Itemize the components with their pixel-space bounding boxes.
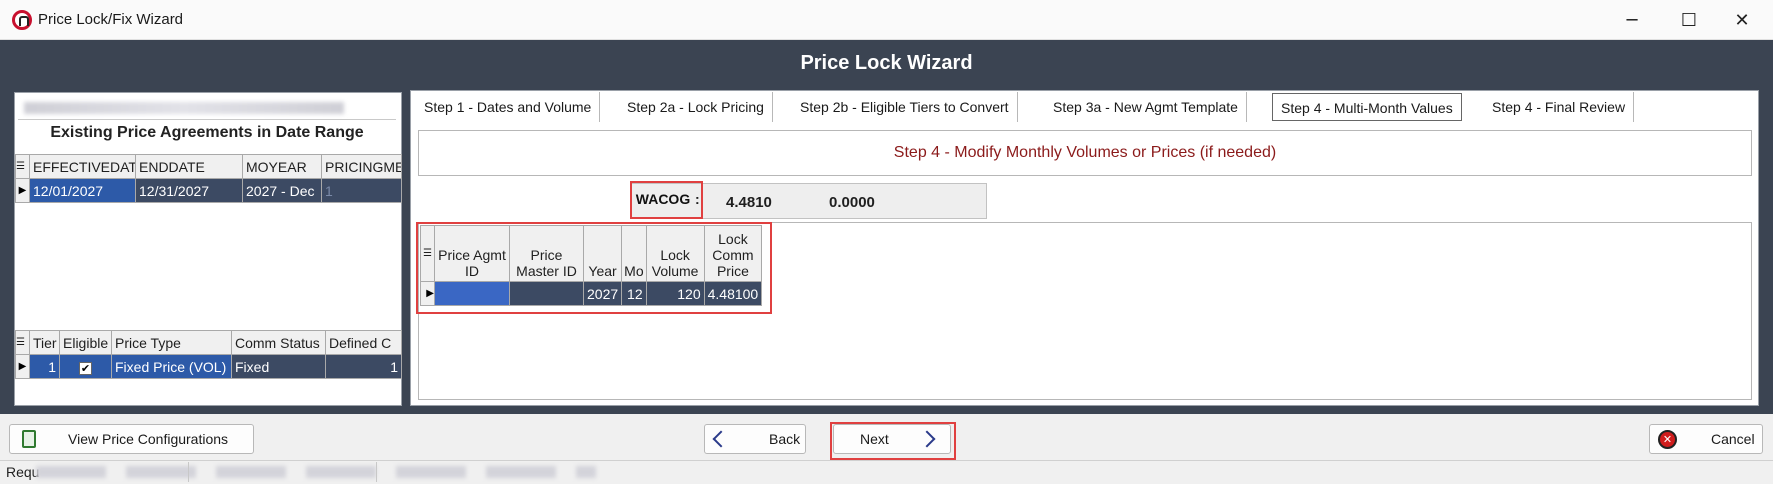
- cancel-label: Cancel: [1711, 431, 1755, 447]
- tab-step-1[interactable]: Step 1 - Dates and Volume: [416, 92, 601, 122]
- tab-step-4-final-review[interactable]: Step 4 - Final Review: [1484, 92, 1635, 122]
- column-header[interactable]: Tier: [29, 330, 60, 355]
- tab-step-3a[interactable]: Step 3a - New Agmt Template: [1045, 92, 1247, 122]
- window-title: Price Lock/Fix Wizard: [38, 11, 184, 28]
- cancel-button[interactable]: ✕ Cancel: [1649, 424, 1763, 454]
- back-button[interactable]: Back: [704, 424, 806, 454]
- table-cell[interactable]: Fixed: [231, 354, 326, 379]
- table-cell[interactable]: 12/01/2027: [29, 178, 136, 203]
- close-window-button[interactable]: ✕: [1713, 0, 1771, 40]
- step-heading: Step 4 - Modify Monthly Volumes or Price…: [893, 144, 1277, 161]
- view-config-label: View Price Configurations: [68, 431, 229, 447]
- wacog-highlight-box: [630, 181, 703, 219]
- view-price-configurations-button[interactable]: View Price Configurations: [9, 424, 254, 454]
- status-text: Requ: [6, 464, 40, 480]
- customer-name-redacted: [18, 96, 396, 120]
- column-header[interactable]: Price Type: [111, 330, 232, 355]
- minimize-button[interactable]: ─: [1603, 0, 1661, 40]
- table-row[interactable]: ▶ 12/01/2027 12/31/2027 2027 - Dec 1: [15, 178, 402, 203]
- column-header[interactable]: Comm Status: [231, 330, 326, 355]
- status-redacted: [36, 466, 596, 478]
- tab-step-2b[interactable]: Step 2b - Eligible Tiers to Convert: [792, 92, 1018, 122]
- table-cell[interactable]: 12/31/2027: [135, 178, 243, 203]
- grid-header-icon: ☰: [15, 154, 30, 179]
- tiers-grid[interactable]: ☰ Tier Eligible Price Type Comm Status D…: [15, 330, 402, 379]
- chevron-left-icon: [712, 430, 730, 448]
- status-divider: [188, 462, 189, 482]
- table-cell[interactable]: 2027 - Dec: [242, 178, 322, 203]
- row-indicator-icon: ▶: [15, 354, 30, 379]
- column-header[interactable]: EFFECTIVEDATE: [29, 154, 136, 179]
- eligible-checkbox[interactable]: ✔: [79, 361, 92, 375]
- column-header[interactable]: Defined C: [325, 330, 402, 355]
- column-header[interactable]: ENDDATE: [135, 154, 243, 179]
- tab-step-4-multi-month[interactable]: Step 4 - Multi-Month Values: [1272, 93, 1462, 121]
- table-cell[interactable]: 1: [321, 178, 402, 203]
- column-header[interactable]: PRICINGMET: [321, 154, 402, 179]
- maximize-button[interactable]: ☐: [1660, 0, 1718, 40]
- tab-step-2a[interactable]: Step 2a - Lock Pricing: [619, 92, 773, 122]
- status-divider: [376, 462, 377, 482]
- config-icon: [22, 430, 36, 448]
- next-highlight-box: [830, 422, 956, 460]
- agreements-title: Existing Price Agreements in Date Range: [50, 124, 364, 141]
- table-cell[interactable]: Fixed Price (VOL): [111, 354, 232, 379]
- wacog-value: 4.4810: [726, 194, 772, 211]
- app-logo-icon: [12, 10, 32, 30]
- eligible-checkbox-cell[interactable]: ✔: [59, 354, 112, 379]
- grid-header-icon: ☰: [15, 330, 30, 355]
- table-cell[interactable]: 1: [29, 354, 60, 379]
- agreements-grid[interactable]: ☰ EFFECTIVEDATE ENDDATE MOYEAR PRICINGME…: [15, 154, 402, 203]
- wizard-title: Price Lock Wizard: [800, 52, 973, 74]
- column-header[interactable]: Eligible: [59, 330, 112, 355]
- table-row[interactable]: ▶ 1 ✔ Fixed Price (VOL) Fixed 1: [15, 354, 402, 379]
- table-cell[interactable]: 1: [325, 354, 402, 379]
- values-grid-highlight-box: [416, 222, 772, 314]
- title-bar: [0, 0, 1773, 40]
- back-label: Back: [769, 431, 801, 447]
- cancel-icon: ✕: [1658, 429, 1677, 449]
- row-indicator-icon: ▶: [15, 178, 30, 203]
- column-header[interactable]: MOYEAR: [242, 154, 322, 179]
- wacog-secondary-value: 0.0000: [829, 194, 875, 211]
